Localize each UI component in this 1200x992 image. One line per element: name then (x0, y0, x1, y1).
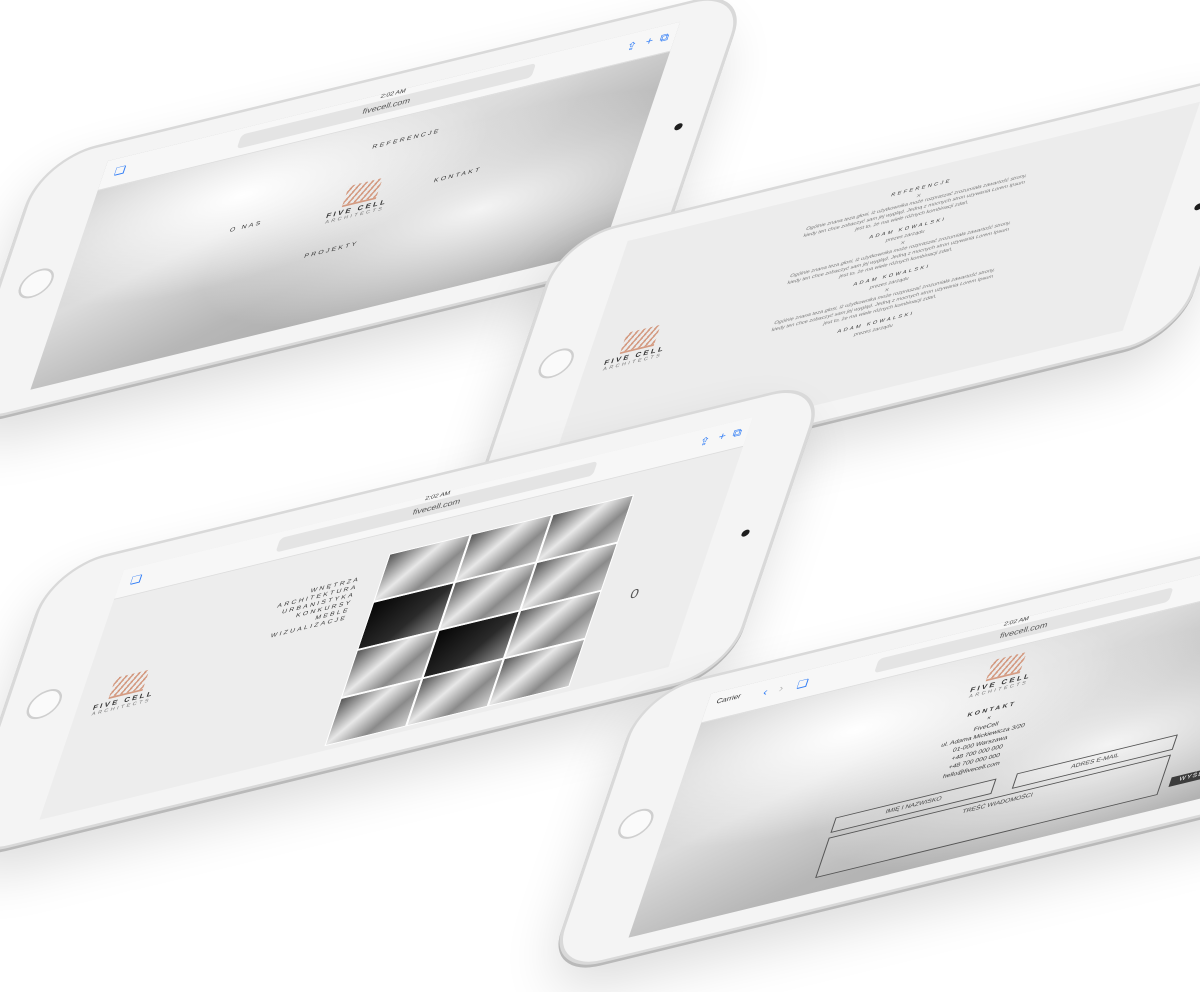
tabs-icon[interactable]: ⧉ (658, 31, 671, 46)
bookmarks-icon[interactable]: ❏ (112, 163, 127, 178)
page-number[interactable]: 0 (628, 585, 641, 601)
tabs-icon[interactable]: ⧉ (730, 426, 744, 441)
front-camera (1193, 202, 1200, 212)
forward-icon[interactable]: › (777, 683, 785, 696)
share-icon[interactable]: ⇪ (697, 434, 712, 449)
menu-about[interactable]: O NAS (229, 220, 263, 234)
project-filters: WNĘTRZA ARCHITEKTURA URBANISTYKA KONKURS… (255, 576, 361, 644)
home-button[interactable] (534, 344, 579, 382)
brand-logo[interactable]: FIVE CELL ARCHITECTS (84, 665, 169, 719)
new-tab-icon[interactable]: + (717, 430, 728, 443)
bookmarks-icon[interactable]: ❏ (795, 676, 810, 691)
front-camera (673, 122, 684, 132)
send-button[interactable]: WYŚLIJ (1168, 765, 1200, 787)
browser-toolbar: 2:02 AM Carrier ‹ › ❏ fivecell.com ⇪ + ⧉ (701, 544, 1200, 724)
menu-references[interactable]: REFERENCJE (371, 128, 441, 150)
status-time: 2:02 AM (1002, 616, 1030, 628)
bookmarks-icon[interactable]: ❏ (128, 572, 143, 587)
menu-projects[interactable]: PROJEKTY (303, 241, 359, 260)
home-button[interactable] (22, 685, 67, 723)
menu-contact[interactable]: KONTAKT (433, 167, 482, 184)
brand-logo[interactable]: FIVE CELL ARCHITECTS (595, 320, 680, 374)
browser-toolbar: 2:02 AM ❏ fivecell.com ⇪ + ⧉ (97, 21, 681, 191)
share-icon[interactable]: ⇪ (624, 39, 639, 54)
home-button[interactable] (613, 805, 658, 843)
address-bar[interactable]: fivecell.com (236, 62, 537, 150)
back-icon[interactable]: ‹ (761, 686, 769, 699)
front-camera (740, 528, 751, 538)
new-tab-icon[interactable]: + (644, 35, 655, 48)
references-list: REFERENCJE × Ogólnie znana teza głosi, i… (742, 148, 1055, 366)
brand-logo[interactable]: FIVE CELL ARCHITECTS (308, 171, 411, 230)
home-button[interactable] (14, 264, 59, 302)
